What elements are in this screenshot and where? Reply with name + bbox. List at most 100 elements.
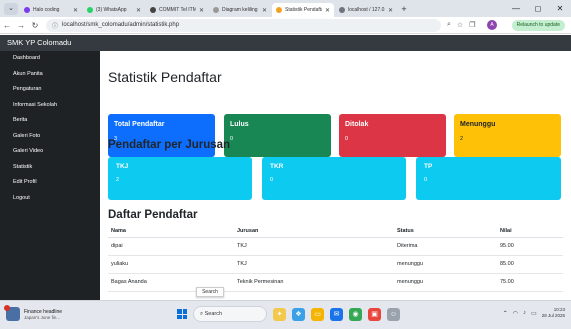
cell-status: Diterima xyxy=(394,237,497,256)
page-title: Statistik Pendaftar xyxy=(108,69,222,85)
stat-label: Total Pendaftar xyxy=(114,121,165,128)
sidebar-item-galeri-video[interactable]: Galeri Video xyxy=(0,144,100,160)
cell-status: menunggu xyxy=(394,255,497,274)
taskbar: Finance headline Japan's June fin... ⌕ S… xyxy=(0,300,571,329)
jurusan-card-tkr: TKR 0 xyxy=(262,157,406,200)
tray-chevron-icon[interactable]: ⌃ xyxy=(503,310,508,317)
zoom-icon[interactable]: ⌕ xyxy=(447,21,451,29)
site-info-icon[interactable]: ⓘ xyxy=(52,21,58,30)
bookmark-star-icon[interactable]: ☆ xyxy=(457,21,463,29)
browser-tab[interactable]: localhost / 127.0.0.1 ✕ xyxy=(335,3,397,17)
table-row: yuliaku TKJ menunggu 85.00 xyxy=(108,255,563,274)
search-tooltip: Search xyxy=(196,287,224,297)
pendaftar-table: Nama Jurusan Status Nilai dipai TKJ Dite… xyxy=(108,226,563,292)
volume-icon[interactable]: ♪ xyxy=(523,310,526,316)
store-app-icon[interactable]: ▣ xyxy=(368,307,381,321)
stat-value: 2 xyxy=(460,136,464,142)
maximize-icon[interactable]: ◻ xyxy=(527,0,549,17)
jurusan-label: TKR xyxy=(270,163,284,170)
sidebar-item-edit-profil[interactable]: Edit Profil xyxy=(0,175,100,191)
chrome-browser-icon[interactable]: ◉ xyxy=(349,307,362,321)
file-explorer-icon[interactable]: ▭ xyxy=(311,307,324,321)
cell-nilai: 95.00 xyxy=(497,237,563,256)
start-windows-icon[interactable] xyxy=(177,309,187,319)
emoji-app-icon[interactable]: ☺ xyxy=(387,307,400,321)
sidebar-item-pengaturan[interactable]: Pengaturan xyxy=(0,82,100,98)
stat-value: 0 xyxy=(230,136,234,142)
taskbar-search-placeholder: Search xyxy=(204,311,223,317)
tab-close-icon[interactable]: ✕ xyxy=(199,7,204,14)
stat-card-menunggu: Menunggu 2 xyxy=(454,114,561,157)
url-input[interactable]: ⓘ localhost/smk_colomadu/admin/statistik… xyxy=(46,18,441,32)
tab-favicon-icon xyxy=(87,7,93,13)
browser-tab[interactable]: Diagram keliling ✕ xyxy=(209,3,271,17)
sidebar-item-berita[interactable]: Berita xyxy=(0,113,100,129)
minimize-icon[interactable]: — xyxy=(505,0,527,17)
relaunch-button[interactable]: Relaunch to update xyxy=(511,20,565,31)
address-bar: ← → ↻ ⓘ localhost/smk_colomadu/admin/sta… xyxy=(0,17,571,34)
main-content: Statistik Pendaftar Total Pendaftar 3 Lu… xyxy=(100,51,571,300)
jurusan-value: 0 xyxy=(424,177,428,183)
browser-tab[interactable]: Halo coding ✕ xyxy=(20,3,82,17)
browser-tab-active[interactable]: Statistik Pendaftar ✕ xyxy=(272,3,334,17)
clock[interactable]: 10:23 28 Jul 2025 xyxy=(542,307,565,319)
app-brand[interactable]: SMK YP Colomadu xyxy=(0,35,571,51)
table-header-row: Nama Jurusan Status Nilai xyxy=(108,226,563,238)
col-status: Status xyxy=(394,226,497,238)
reload-icon[interactable]: ↻ xyxy=(28,21,42,30)
tab-close-icon[interactable]: ✕ xyxy=(388,7,393,14)
sidebar-item-logout[interactable]: Logout xyxy=(0,191,100,207)
sidebar-item-galeri-foto[interactable]: Galeri Foto xyxy=(0,129,100,145)
news-widget[interactable]: Finance headline Japan's June fin... xyxy=(4,305,62,321)
cell-status: menunggu xyxy=(394,273,497,292)
jurusan-value: 0 xyxy=(270,177,274,183)
tab-favicon-icon xyxy=(24,7,30,13)
browser-tab[interactable]: COMMIT Tel ITM ✕ xyxy=(146,3,208,17)
sidebar-item-informasi-sekolah[interactable]: Informasi Sekolah xyxy=(0,98,100,114)
tab-search-icon[interactable]: ⌄ xyxy=(4,3,18,15)
jurusan-card-tkj: TKJ 2 xyxy=(108,157,252,200)
tab-close-icon[interactable]: ✕ xyxy=(136,7,141,14)
cell-jurusan: Teknik Permesinan xyxy=(234,273,394,292)
daftar-title: Daftar Pendaftar xyxy=(108,209,198,221)
window-controls: — ◻ ✕ xyxy=(505,0,571,17)
taskbar-center: ⌕ Search ✦ ❖ ▭ ✉ ◉ ▣ ☺ xyxy=(177,306,400,322)
browser-tab-strip: ⌄ Halo coding ✕ (3) WhatsApp ✕ COMMIT Te… xyxy=(0,0,571,17)
tab-favicon-icon xyxy=(339,7,345,13)
extensions-icon[interactable]: ❐ xyxy=(469,21,475,29)
table-row: Bagas Ananda Teknik Permesinan menunggu … xyxy=(108,273,563,292)
wifi-icon[interactable]: ◠ xyxy=(513,310,518,317)
clock-date: 28 Jul 2025 xyxy=(541,313,565,318)
sidebar-item-akun-panita[interactable]: Akun Panita xyxy=(0,67,100,83)
tab-favicon-icon xyxy=(213,7,219,13)
profile-avatar[interactable]: A xyxy=(487,20,497,30)
taskbar-search-input[interactable]: ⌕ Search xyxy=(193,306,267,322)
widget-app-icon[interactable]: ✦ xyxy=(273,307,286,321)
stat-label: Menunggu xyxy=(460,121,496,128)
stat-label: Lulus xyxy=(230,121,249,128)
sidebar-item-dashboard[interactable]: Dashboard xyxy=(0,51,100,67)
battery-icon[interactable]: ▭ xyxy=(531,310,537,317)
jurusan-card-tp: TP 0 xyxy=(416,157,561,200)
jurusan-title: Pendaftar per Jurusan xyxy=(108,139,231,151)
back-icon[interactable]: ← xyxy=(0,21,14,30)
news-thumbnail-icon xyxy=(4,305,20,321)
col-nama: Nama xyxy=(108,226,234,238)
new-tab-icon[interactable]: + xyxy=(398,3,410,17)
stat-card-lulus: Lulus 0 xyxy=(224,114,331,157)
mail-app-icon[interactable]: ✉ xyxy=(330,307,343,321)
stat-label: Ditolak xyxy=(345,121,369,128)
stat-value: 0 xyxy=(345,136,349,142)
jurusan-value: 2 xyxy=(116,177,120,183)
sidebar-item-statistik[interactable]: Statistik xyxy=(0,160,100,176)
tab-close-icon[interactable]: ✕ xyxy=(262,7,267,14)
browser-tab[interactable]: (3) WhatsApp ✕ xyxy=(83,3,145,17)
cell-jurusan: TKJ xyxy=(234,255,394,274)
close-window-icon[interactable]: ✕ xyxy=(549,0,571,17)
copilot-app-icon[interactable]: ❖ xyxy=(292,307,305,321)
tab-close-icon[interactable]: ✕ xyxy=(325,7,330,14)
system-tray: ⌃ ◠ ♪ ▭ 10:23 28 Jul 2025 xyxy=(503,307,565,319)
sidebar: Dashboard Akun Panita Pengaturan Informa… xyxy=(0,51,100,300)
tab-close-icon[interactable]: ✕ xyxy=(73,7,78,14)
forward-icon[interactable]: → xyxy=(14,21,28,30)
